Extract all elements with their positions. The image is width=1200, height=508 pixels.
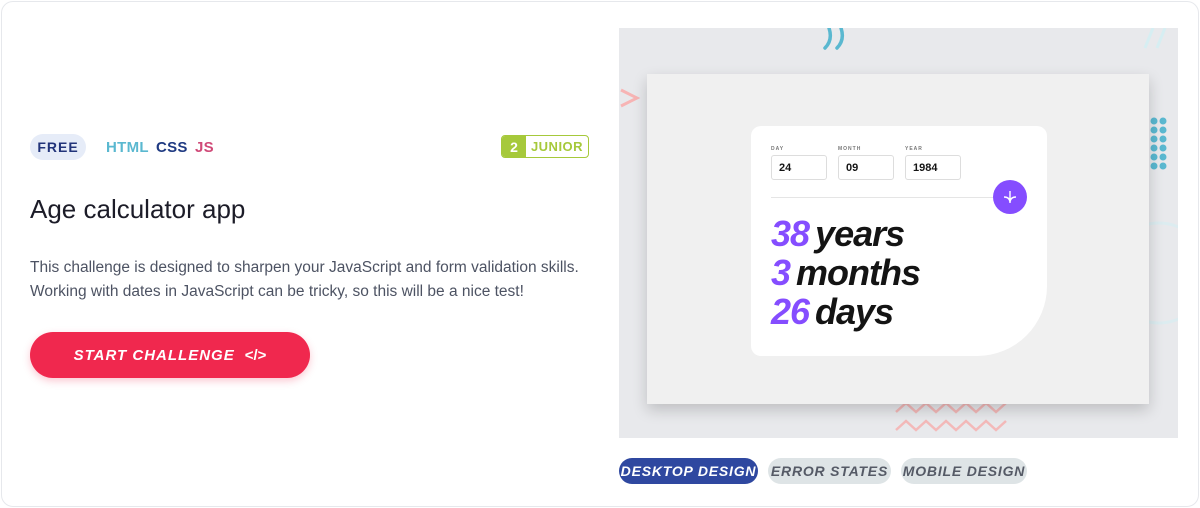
decorative-arcs-icon xyxy=(823,28,845,50)
result-months: 3 months xyxy=(771,252,921,293)
language-tag-js: JS xyxy=(195,139,214,156)
year-field: 1984 xyxy=(905,155,961,180)
day-label: DAY xyxy=(771,146,785,152)
difficulty-badge: 2 JUNIOR xyxy=(501,135,589,158)
tab-mobile-design[interactable]: MOBILE DESIGN xyxy=(901,458,1027,484)
tab-desktop-design[interactable]: DESKTOP DESIGN xyxy=(619,458,758,484)
age-calculator-widget: DAY MONTH YEAR 24 09 1984 38 years 3 month… xyxy=(751,126,1047,356)
months-unit: months xyxy=(796,252,921,293)
months-number: 3 xyxy=(771,252,791,293)
days-number: 26 xyxy=(771,291,810,332)
days-unit: days xyxy=(815,291,894,332)
month-field: 09 xyxy=(838,155,894,180)
years-number: 38 xyxy=(771,213,810,254)
challenge-title: Age calculator app xyxy=(30,194,246,224)
code-icon: </> xyxy=(244,346,267,364)
arrow-down-icon xyxy=(1003,191,1017,204)
tab-error-states[interactable]: ERROR STATES xyxy=(768,458,891,484)
design-preview-image[interactable]: DAY MONTH YEAR 24 09 1984 38 years 3 month… xyxy=(619,28,1178,438)
start-challenge-button[interactable]: START CHALLENGE </> xyxy=(30,332,310,378)
free-badge: FREE xyxy=(30,134,86,160)
start-challenge-label: START CHALLENGE xyxy=(73,346,235,364)
month-label: MONTH xyxy=(838,146,862,152)
day-field: 24 xyxy=(771,155,827,180)
years-unit: years xyxy=(815,213,905,254)
decorative-slashes-icon xyxy=(1143,28,1167,49)
difficulty-level-name: JUNIOR xyxy=(530,139,584,154)
challenge-description: This challenge is designed to sharpen yo… xyxy=(30,259,579,300)
decorative-dots-icon xyxy=(1150,117,1167,170)
result-years: 38 years xyxy=(771,213,905,254)
language-tag-css: CSS xyxy=(156,139,188,156)
decorative-zigzag-icon xyxy=(895,401,1007,432)
result-days: 26 days xyxy=(771,291,894,332)
divider xyxy=(771,197,1023,198)
desktop-screenshot: DAY MONTH YEAR 24 09 1984 38 years 3 month… xyxy=(647,74,1149,404)
submit-arrow-icon xyxy=(993,180,1027,214)
language-tag-html: HTML xyxy=(106,139,149,156)
year-label: YEAR xyxy=(905,146,923,152)
decorative-chevron-icon xyxy=(620,88,641,108)
challenge-card: FREE HTML CSS JS 2 JUNIOR Age calculator… xyxy=(1,1,1199,507)
difficulty-level-number: 2 xyxy=(502,136,526,157)
